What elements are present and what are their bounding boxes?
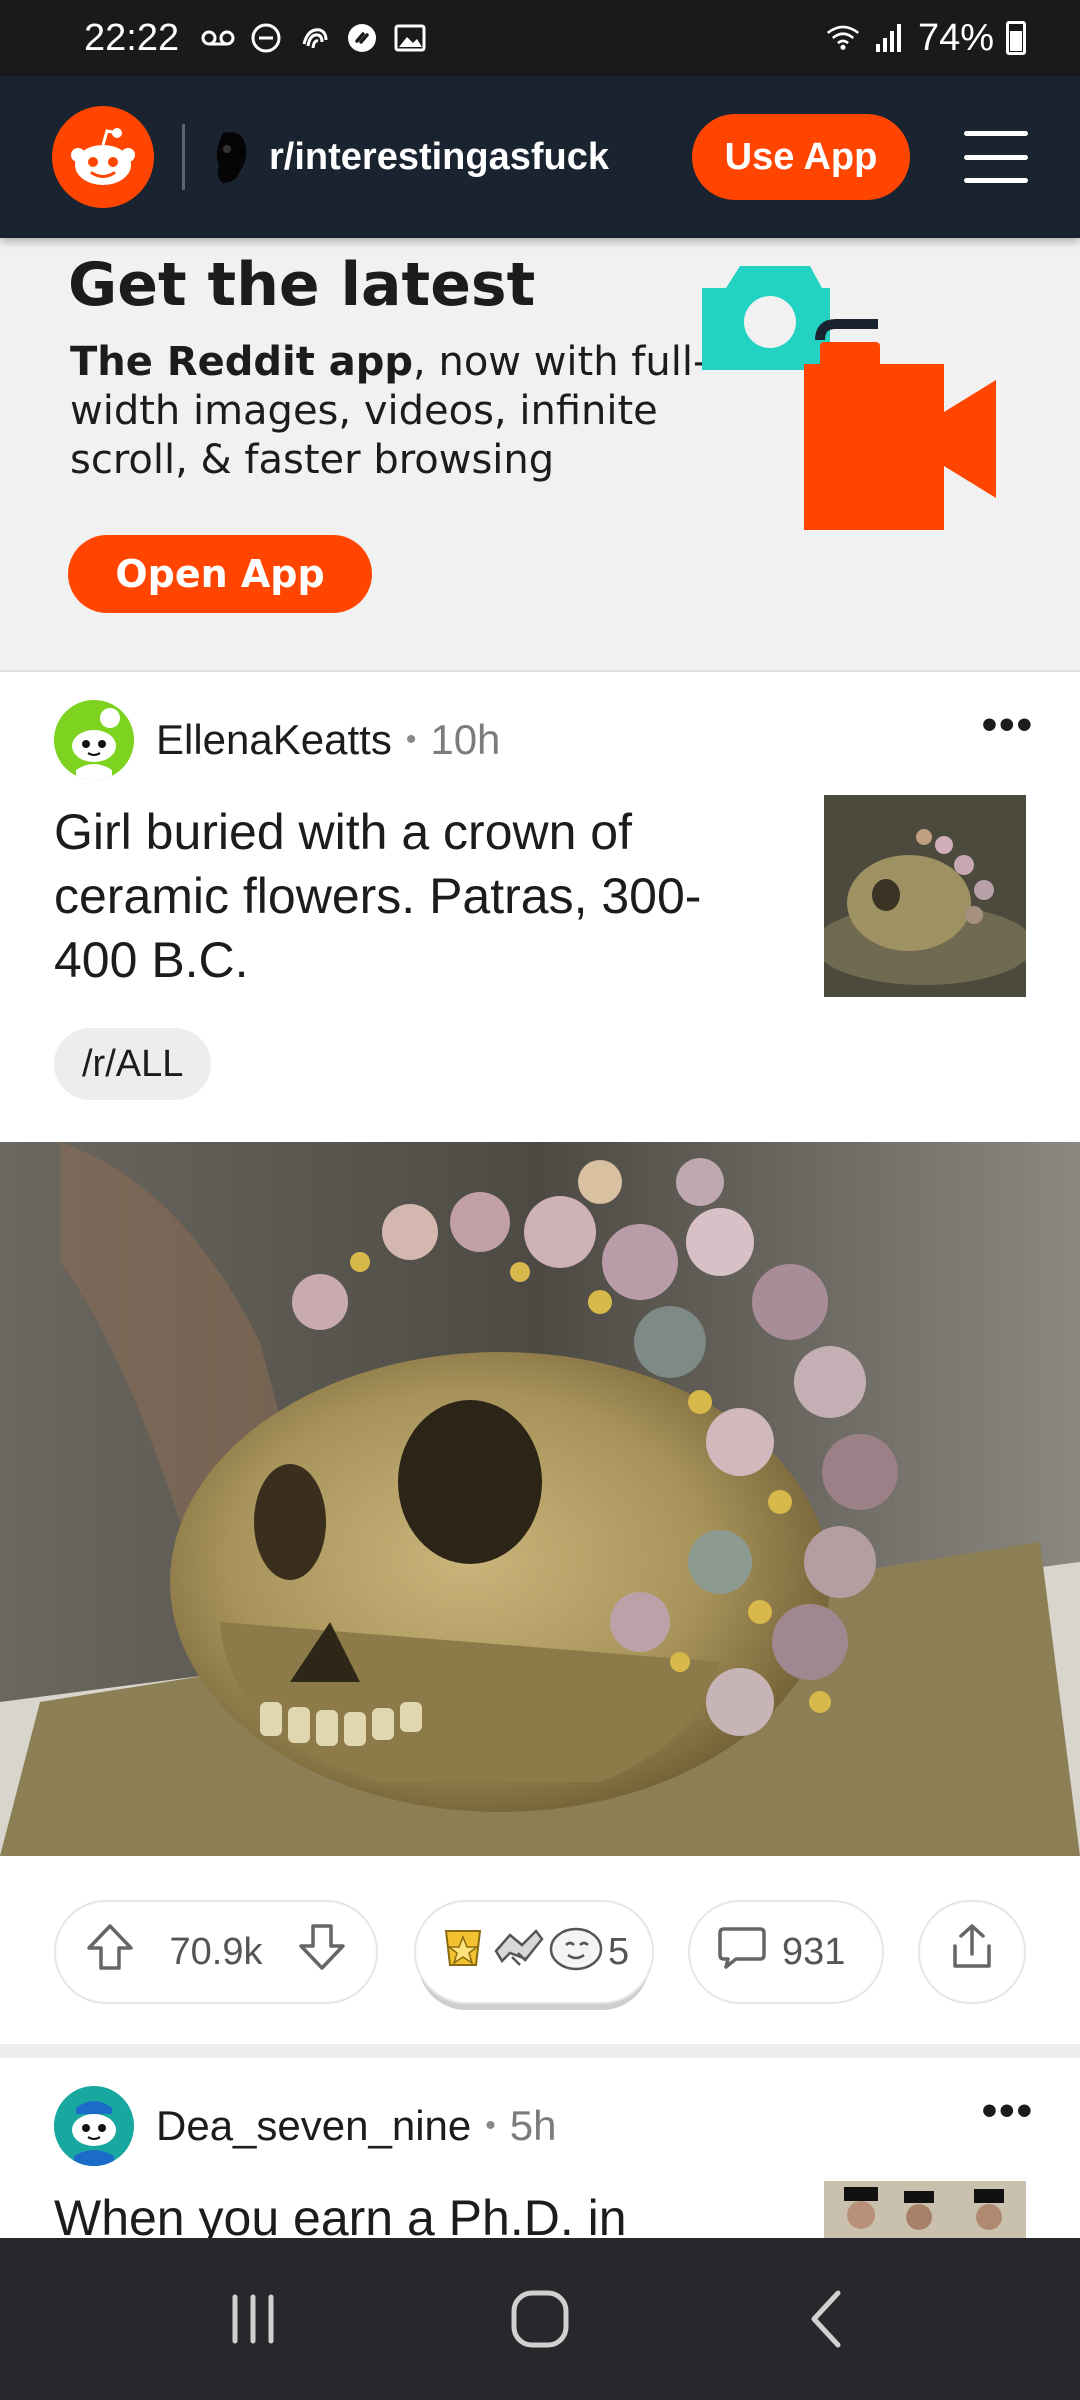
fingerprint-icon [297, 21, 331, 55]
share-button[interactable] [918, 1900, 1026, 2004]
gallery-icon [393, 21, 427, 55]
comments-button[interactable]: 931 [688, 1900, 884, 2004]
use-app-button[interactable]: Use App [692, 114, 910, 200]
status-time: 22:22 [84, 16, 180, 59]
upvote-icon[interactable] [84, 1921, 136, 1983]
promo-text-bold: The Reddit app [70, 339, 414, 385]
award-count: 5 [608, 1930, 630, 1973]
awards-button[interactable]: 5 [414, 1900, 654, 2004]
user-avatar[interactable] [54, 2086, 134, 2166]
post-action-bar: 70.9k 5 931 [54, 1900, 1026, 2004]
battery-percent: 74% [917, 16, 994, 59]
reddit-logo[interactable] [52, 106, 154, 208]
vote-count: 70.9k [169, 1930, 263, 1973]
post-thumbnail[interactable] [824, 795, 1026, 997]
post-username[interactable]: EllenaKeatts [156, 716, 392, 764]
signal-icon [872, 21, 906, 55]
downvote-icon[interactable] [296, 1921, 348, 1983]
header-divider [182, 124, 185, 190]
more-options-icon[interactable]: ••• [982, 2086, 1034, 2136]
reddit-header: r/interestingasfuck Use App [0, 76, 1080, 238]
back-icon[interactable] [767, 2259, 887, 2379]
page: 22:22 74% r/interestingasfuck Use App Ge… [0, 0, 1080, 2400]
post-separator [0, 2044, 1080, 2058]
status-right-icons: 74% [826, 17, 1026, 60]
post-header: Dea_seven_nine • 5h ••• [54, 2086, 1034, 2166]
app-promo-banner: Get the latest The Reddit app, now with … [0, 238, 1080, 672]
video-camera-icon [804, 319, 996, 530]
voicemail-icon [201, 21, 235, 55]
share-icon [949, 1922, 995, 1982]
subreddit-name[interactable]: r/interestingasfuck [269, 136, 609, 179]
comment-count: 931 [782, 1930, 846, 1973]
wholesome-award-icon [548, 1921, 604, 1983]
separator-dot: • [405, 723, 417, 756]
system-nav-bar [0, 2238, 1080, 2400]
post-age: 10h [430, 716, 501, 763]
shazam-icon [345, 21, 379, 55]
user-avatar[interactable] [54, 700, 134, 780]
camera-icon [702, 266, 830, 370]
post-username[interactable]: Dea_seven_nine [156, 2102, 471, 2150]
gold-award-icon [438, 1921, 488, 1983]
promo-title: Get the latest [68, 250, 536, 320]
recent-apps-icon[interactable] [193, 2259, 313, 2379]
wifi-icon [826, 21, 860, 55]
home-icon[interactable] [480, 2259, 600, 2379]
post-title[interactable]: When you earn a Ph.D. in [54, 2186, 774, 2242]
subreddit-avatar[interactable] [209, 129, 255, 185]
post-header: EllenaKeatts • 10h ••• [54, 700, 1034, 780]
post-thumbnail[interactable] [824, 2181, 1026, 2239]
battery-icon [1006, 21, 1026, 55]
post-age: 5h [509, 2102, 557, 2149]
comment-icon [716, 1921, 768, 1983]
hamburger-menu-icon[interactable] [964, 127, 1028, 187]
status-left-icons [201, 21, 427, 55]
handshake-award-icon [492, 1921, 544, 1983]
promo-text: The Reddit app, now with full-width imag… [70, 338, 770, 485]
do-not-disturb-icon [249, 21, 283, 55]
status-bar: 22:22 74% [0, 0, 1080, 76]
more-options-icon[interactable]: ••• [982, 700, 1034, 750]
open-app-button[interactable]: Open App [68, 535, 372, 613]
post-title[interactable]: Girl buried with a crown of ceramic flow… [54, 800, 774, 992]
separator-dot: • [485, 2109, 496, 2142]
camera-video-illustration [702, 266, 996, 530]
post-image[interactable] [0, 1142, 1080, 1856]
post-flair[interactable]: /r/ALL [54, 1028, 212, 1100]
vote-control: 70.9k [54, 1900, 378, 2004]
